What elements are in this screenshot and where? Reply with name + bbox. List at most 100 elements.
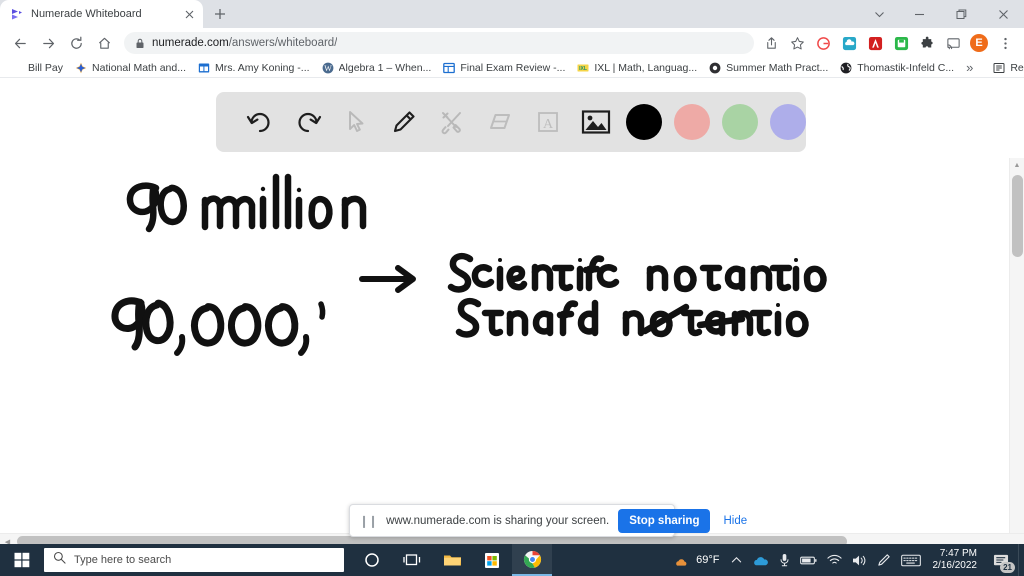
- star-icon[interactable]: [784, 30, 810, 56]
- close-icon[interactable]: [181, 6, 197, 22]
- avatar[interactable]: E: [966, 30, 992, 56]
- touch-keyboard-icon[interactable]: [896, 544, 926, 576]
- stop-sharing-button[interactable]: Stop sharing: [618, 508, 711, 533]
- bookmark-item[interactable]: Bill Pay: [5, 59, 69, 77]
- adobe-acrobat-extension-icon[interactable]: [862, 30, 888, 56]
- search-input[interactable]: Type here to search: [44, 548, 344, 572]
- tab-title: Numerade Whiteboard: [31, 8, 142, 20]
- maximize-button[interactable]: [940, 0, 982, 28]
- bookmark-item[interactable]: Mrs. Amy Koning -...: [192, 59, 316, 77]
- three-dot-menu-icon[interactable]: [992, 30, 1018, 56]
- url-domain: numerade.com: [152, 37, 229, 49]
- bookmarks-overflow-button[interactable]: »: [960, 58, 979, 77]
- url-text: numerade.com/answers/whiteboard/: [152, 37, 337, 49]
- color-swatch-purple[interactable]: [764, 104, 812, 140]
- reading-list-label: Reading list: [1010, 61, 1024, 74]
- vertical-scrollbar[interactable]: ▲ ▼: [1009, 158, 1024, 548]
- bookmark-label: National Math and...: [92, 61, 186, 74]
- wordpress-icon: W: [322, 62, 334, 74]
- svg-text:IXL: IXL: [579, 66, 587, 72]
- save-to-drive-extension-icon[interactable]: [888, 30, 914, 56]
- reading-list-button[interactable]: Reading list: [987, 59, 1024, 77]
- bookmark-item[interactable]: W Algebra 1 – When...: [316, 59, 438, 77]
- magnifier-icon: [53, 551, 66, 569]
- cursor-arrow-icon[interactable]: [332, 100, 380, 144]
- bookmark-label: Mrs. Amy Koning -...: [215, 61, 310, 74]
- redo-icon[interactable]: [284, 100, 332, 144]
- screen-sharing-bar: ❙❙ www.numerade.com is sharing your scre…: [349, 504, 747, 537]
- cortana-circle-icon[interactable]: [352, 544, 392, 576]
- wifi-icon[interactable]: [822, 544, 847, 576]
- home-icon[interactable]: [90, 29, 118, 57]
- battery-icon[interactable]: [795, 544, 822, 576]
- reading-list-icon: [993, 62, 1005, 74]
- onedrive-cloud-icon[interactable]: [747, 544, 774, 576]
- drag-handle-icon[interactable]: ❙❙: [359, 514, 378, 528]
- bookmark-item[interactable]: Final Exam Review -...: [437, 59, 571, 77]
- swatch-fill: [722, 104, 758, 140]
- share-icon[interactable]: [758, 30, 784, 56]
- eraser-icon[interactable]: [476, 100, 524, 144]
- hide-button[interactable]: Hide: [719, 511, 751, 531]
- image-picture-icon[interactable]: [572, 100, 620, 144]
- bookmark-item[interactable]: National Math and...: [69, 59, 192, 77]
- chrome-icon[interactable]: [512, 544, 552, 576]
- scroll-up-arrow-icon[interactable]: ▲: [1010, 158, 1024, 173]
- whiteboard-page: A ▲: [0, 79, 1024, 548]
- search-placeholder: Type here to search: [74, 554, 172, 566]
- bookmarks-bar: Bill Pay National Math and... Mrs. Amy K…: [0, 58, 1024, 78]
- folder-icon[interactable]: [432, 544, 472, 576]
- bookmark-item[interactable]: IXL IXL | Math, Languag...: [571, 59, 703, 77]
- profile-initial: E: [970, 34, 988, 52]
- show-hidden-icons-icon[interactable]: [726, 544, 747, 576]
- cast-icon[interactable]: [940, 30, 966, 56]
- task-view-icon[interactable]: [392, 544, 432, 576]
- browser-window: Numerade Whiteboard numerade.com/answers…: [0, 0, 1024, 576]
- clock[interactable]: 7:47 PM 2/16/2022: [926, 548, 985, 572]
- bookmark-item[interactable]: Summer Math Pract...: [703, 59, 834, 77]
- minimize-button[interactable]: [898, 0, 940, 28]
- star-burst-icon: [75, 62, 87, 74]
- back-arrow-icon[interactable]: [6, 29, 34, 57]
- color-swatch-black[interactable]: [620, 104, 668, 140]
- notification-count: 21: [1000, 562, 1015, 573]
- swatch-fill: [770, 104, 806, 140]
- bookmark-label: Thomastik-Infeld C...: [857, 61, 955, 74]
- ixl-icon: IXL: [577, 62, 589, 74]
- show-desktop-button[interactable]: [1018, 544, 1022, 576]
- window-controls: [860, 0, 1024, 28]
- bookmark-item[interactable]: Thomastik-Infeld C...: [834, 59, 960, 77]
- notification-bell-icon[interactable]: 21: [984, 544, 1018, 576]
- navigation-toolbar: numerade.com/answers/whiteboard/ E: [0, 28, 1024, 58]
- new-tab-button[interactable]: [206, 0, 234, 28]
- color-swatch-green[interactable]: [716, 104, 764, 140]
- clock-time: 7:47 PM: [939, 548, 977, 559]
- swatch-fill: [674, 104, 710, 140]
- globe-icon: [840, 62, 852, 74]
- pen-menu-icon[interactable]: [872, 544, 896, 576]
- system-tray: 69°F 7:47 PM 2/16/2022 21: [667, 544, 1024, 576]
- tools-crossed-icon[interactable]: [428, 100, 476, 144]
- address-bar[interactable]: numerade.com/answers/whiteboard/: [124, 32, 754, 54]
- browser-tab[interactable]: Numerade Whiteboard: [0, 0, 203, 28]
- reload-icon[interactable]: [62, 29, 90, 57]
- moon-cloud-icon[interactable]: [667, 544, 694, 576]
- grammarly-extension-icon[interactable]: [810, 30, 836, 56]
- close-window-button[interactable]: [982, 0, 1024, 28]
- microphone-icon[interactable]: [774, 544, 795, 576]
- color-swatch-pink[interactable]: [668, 104, 716, 140]
- swatch-fill: [626, 104, 662, 140]
- speaker-icon[interactable]: [847, 544, 872, 576]
- forward-arrow-icon[interactable]: [34, 29, 62, 57]
- tab-search-icon[interactable]: [860, 0, 898, 28]
- tab-strip: Numerade Whiteboard: [0, 0, 1024, 28]
- vertical-scrollbar-thumb[interactable]: [1012, 175, 1023, 257]
- browser-actions: E: [758, 30, 1018, 56]
- extensions-puzzle-icon[interactable]: [914, 30, 940, 56]
- undo-icon[interactable]: [236, 100, 284, 144]
- pencil-icon[interactable]: [380, 100, 428, 144]
- windows-start-icon[interactable]: [0, 544, 44, 576]
- store-icon[interactable]: [472, 544, 512, 576]
- text-box-a-icon[interactable]: A: [524, 100, 572, 144]
- onedrive-extension-icon[interactable]: [836, 30, 862, 56]
